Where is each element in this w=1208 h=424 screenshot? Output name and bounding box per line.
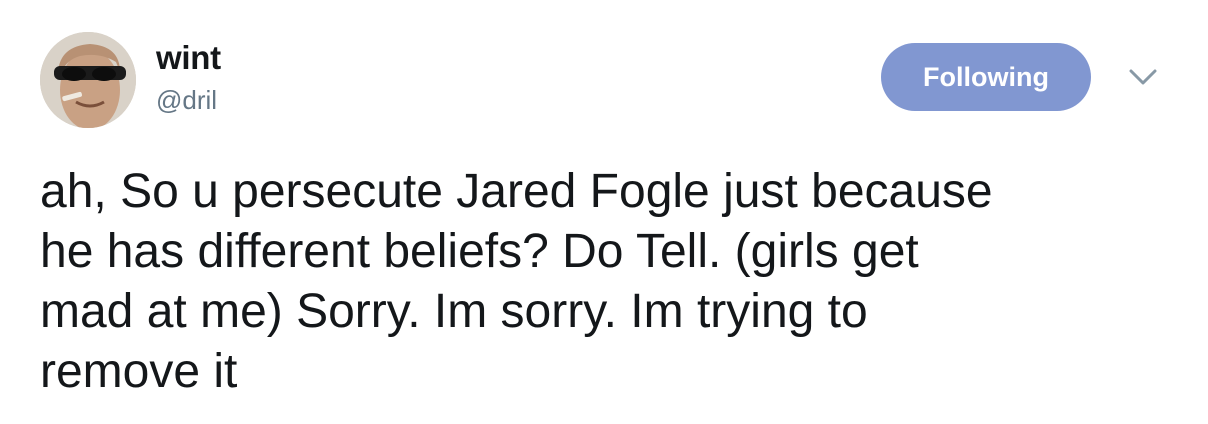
tweet-card: wint @dril Following ah, So u persecute … bbox=[0, 0, 1208, 424]
tweet-text-line: mad at me) Sorry. Im sorry. Im trying to bbox=[40, 285, 868, 338]
avatar[interactable] bbox=[40, 32, 136, 128]
tweet-text: ah, So u persecute Jared Fogle just beca… bbox=[40, 162, 1180, 402]
tweet-text-line: ah, So u persecute Jared Fogle just beca… bbox=[40, 165, 993, 218]
following-button[interactable]: Following bbox=[881, 43, 1091, 111]
author-handle[interactable]: @dril bbox=[156, 84, 217, 116]
tweet-text-line: remove it bbox=[40, 345, 238, 398]
chevron-down-icon[interactable] bbox=[1128, 66, 1158, 88]
profile-photo-icon bbox=[40, 32, 136, 128]
tweet-text-line: he has different beliefs? Do Tell. (girl… bbox=[40, 225, 919, 278]
author-name[interactable]: wint bbox=[156, 38, 221, 78]
